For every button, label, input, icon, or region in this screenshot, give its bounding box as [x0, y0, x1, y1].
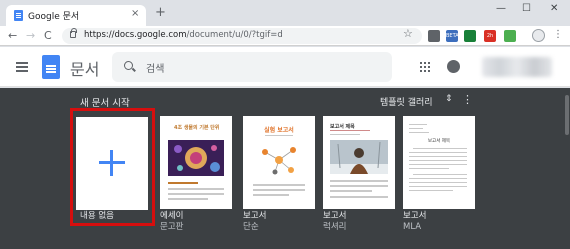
- docs-favicon-icon: [14, 10, 23, 21]
- new-tab-button[interactable]: +: [155, 5, 166, 20]
- template-card-report-mla[interactable]: 보고서 제목: [403, 116, 475, 209]
- report-simple-sublabel: 단순: [243, 222, 259, 232]
- profile-avatar[interactable]: [532, 29, 545, 42]
- extension-1-icon[interactable]: [428, 30, 440, 42]
- report-mla-label[interactable]: 보고서: [403, 211, 426, 221]
- gallery-title: 새 문서 시작: [80, 98, 130, 109]
- google-apps-icon[interactable]: [420, 62, 422, 64]
- url-path: /document/u/0/?tgif=d: [186, 30, 283, 40]
- essay-thumb-title: 4조 생물의 기본 단위: [174, 125, 220, 131]
- extension-5-icon[interactable]: [504, 30, 516, 42]
- report-simple-label[interactable]: 보고서: [243, 211, 266, 221]
- report-mla-thumb-title: 보고서 제목: [427, 139, 451, 144]
- url-text[interactable]: https://docs.google.com/document/u/0/?tg…: [84, 30, 283, 40]
- account-avatar[interactable]: [482, 57, 552, 77]
- report-simple-thumb-title: 실험 보고서: [264, 127, 294, 134]
- highlight-box: [70, 108, 155, 226]
- docs-logo-icon[interactable]: [42, 55, 60, 79]
- search-icon[interactable]: [124, 61, 133, 70]
- docs-header: 문서 검색: [0, 47, 570, 87]
- url-host: https://docs.google.com: [84, 30, 187, 40]
- report-luxury-label[interactable]: 보고서: [323, 211, 346, 221]
- tab-title: Google 문서: [28, 12, 80, 22]
- gallery-more-icon[interactable]: ⋮: [462, 93, 473, 106]
- extension-3-icon[interactable]: [464, 30, 476, 42]
- template-card-report-simple[interactable]: 실험 보고서: [243, 116, 315, 209]
- browser-tab[interactable]: Google 문서 ×: [6, 5, 146, 26]
- reload-icon[interactable]: C: [44, 29, 52, 42]
- maximize-button[interactable]: ☐: [522, 3, 531, 14]
- navigation-bar: ← → C https://docs.google.com/document/u…: [0, 26, 570, 46]
- main-menu-icon[interactable]: [16, 62, 28, 64]
- tab-strip: Google 문서 × + — ☐ ✕: [0, 0, 570, 26]
- notifications-icon[interactable]: [447, 60, 460, 73]
- report-luxury-thumb-title: 보고서 제목: [330, 124, 355, 130]
- app-name[interactable]: 문서: [70, 56, 99, 80]
- essay-sublabel: 문고판: [160, 222, 184, 232]
- expand-gallery-icon[interactable]: ⇕: [445, 94, 453, 104]
- forward-icon[interactable]: →: [26, 29, 35, 42]
- bookmark-star-icon[interactable]: ☆: [403, 27, 413, 40]
- essay-cell-illustration-icon: [168, 140, 224, 176]
- browser-menu-icon[interactable]: ⋮: [553, 29, 563, 40]
- extension-2-label: BETA: [446, 33, 459, 39]
- molecule-illustration-icon: [262, 147, 296, 175]
- search-input[interactable]: 검색: [112, 52, 392, 82]
- extension-4-icon[interactable]: 2h: [484, 30, 496, 42]
- essay-label[interactable]: 에세이: [160, 211, 183, 221]
- extension-2-icon[interactable]: BETA: [446, 30, 459, 42]
- template-card-essay[interactable]: 4조 생물의 기본 단위: [160, 116, 232, 209]
- minimize-button[interactable]: —: [496, 3, 506, 14]
- lock-icon[interactable]: [70, 28, 77, 38]
- template-gallery-button[interactable]: 템플릿 갤러리: [380, 95, 433, 108]
- template-card-report-luxury[interactable]: 보고서 제목: [323, 116, 395, 209]
- tab-close-icon[interactable]: ×: [131, 8, 139, 19]
- search-placeholder: 검색: [146, 64, 165, 75]
- browser-window: Google 문서 × + — ☐ ✕ ← → C https://docs.g…: [0, 0, 570, 249]
- close-window-button[interactable]: ✕: [550, 3, 558, 14]
- report-mla-sublabel: MLA: [403, 222, 422, 232]
- address-bar[interactable]: https://docs.google.com/document/u/0/?tg…: [62, 28, 422, 44]
- extension-4-label: 2h: [486, 33, 494, 39]
- scrollbar-thumb[interactable]: [565, 95, 569, 135]
- report-luxury-sublabel: 럭셔리: [323, 222, 347, 232]
- back-icon[interactable]: ←: [8, 29, 17, 42]
- winter-photo-icon: [330, 140, 388, 174]
